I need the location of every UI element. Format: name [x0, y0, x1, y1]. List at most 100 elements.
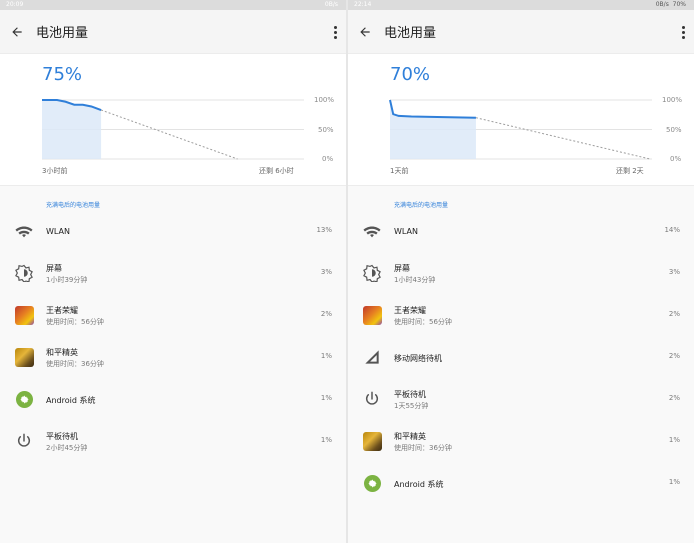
status-info: 0B/s ​ 70% — [655, 1, 686, 8]
power-icon — [14, 431, 34, 451]
usage-item-detail: 2小时45分钟 — [46, 444, 88, 452]
projection-line — [100, 109, 238, 160]
more-options-button[interactable] — [678, 22, 688, 42]
usage-item-detail: 使用时间：56分钟 — [394, 318, 452, 326]
brightness-icon — [362, 263, 382, 283]
usage-item-name: 屏幕 — [46, 264, 62, 273]
arrow-back-icon — [12, 26, 22, 37]
usage-item-percent: 2% — [668, 310, 680, 318]
cell-signal-icon — [362, 347, 382, 367]
usage-item-peacekeeper-elite[interactable]: 和平精英 使用时间：36分钟 1% — [348, 422, 694, 464]
arrow-back-icon — [360, 26, 370, 37]
usage-item-percent: 2% — [668, 394, 680, 402]
battery-usage-screen-left: 20:09 0B/s 电池用量 75% 100% 50% 0% 3小时前 还剩 … — [0, 0, 346, 543]
y-tick-50: 50% — [318, 126, 334, 134]
x-start-label: 1天前 — [390, 167, 409, 175]
peacekeeper-elite-app-icon — [14, 347, 34, 367]
usage-item-detail: 使用时间：56分钟 — [46, 318, 104, 326]
peacekeeper-elite-app-icon — [362, 431, 382, 451]
usage-item-android-system[interactable]: Android 系统 1% — [348, 464, 694, 506]
status-time: 20:09 — [6, 1, 24, 8]
status-battery: 70% — [672, 1, 686, 8]
usage-item-detail: 1小时39分钟 — [46, 276, 88, 284]
usage-item-cell-signal[interactable]: 移动网络待机 2% — [348, 338, 694, 380]
usage-item-android-system[interactable]: Android 系统 1% — [0, 380, 346, 422]
usage-item-detail: 使用时间：36分钟 — [394, 444, 452, 452]
android-system-icon — [362, 473, 382, 493]
usage-item-peacekeeper-elite[interactable]: 和平精英使用时间：36分钟 1% — [0, 338, 346, 380]
battery-line — [389, 99, 476, 119]
honor-of-kings-app-icon — [362, 305, 382, 325]
usage-item-power[interactable]: 平板待机 1天55分钟 2% — [348, 380, 694, 422]
app-bar: 电池用量 — [348, 10, 694, 54]
usage-item-name: 移动网络待机 — [394, 354, 442, 363]
y-tick-0: 0% — [322, 155, 334, 163]
usage-item-honor-of-kings[interactable]: 王者荣耀使用时间：56分钟 2% — [348, 296, 694, 338]
usage-item-percent: 14% — [664, 226, 680, 234]
usage-item-name: 和平精英 — [46, 348, 78, 357]
brightness-icon — [14, 263, 34, 283]
usage-item-percent: 1% — [668, 478, 680, 486]
usage-item-detail: 1天55分钟 — [394, 402, 429, 410]
battery-chart: 75% 100% 50% 0% 3小时前 还剩 6小时 — [0, 54, 346, 186]
usage-item-wifi[interactable]: WLAN 14% — [348, 212, 694, 254]
usage-item-detail: 使用时间：36分钟 — [46, 360, 104, 368]
x-end-label: 还剩 6小时 — [259, 167, 294, 175]
y-tick-100: 100% — [662, 96, 683, 104]
more-vert-icon — [681, 25, 685, 29]
usage-item-name: 平板待机 — [394, 390, 426, 399]
usage-item-name: Android 系统 — [394, 480, 444, 489]
status-bar: 20:09 0B/s — [0, 0, 346, 10]
power-icon — [362, 389, 382, 409]
usage-item-name: WLAN — [394, 227, 419, 236]
x-start-label: 3小时前 — [42, 167, 68, 175]
usage-item-name: 和平精英 — [394, 432, 426, 441]
usage-item-detail: 1小时43分钟 — [394, 276, 436, 284]
usage-item-name: Android 系统 — [46, 396, 96, 405]
usage-list: WLAN 14% 屏幕 1小时43分钟 3% 王者荣耀使用时间：56分钟 2% 移动网络待机 2… — [348, 212, 694, 506]
status-network-speed: 0B/s — [324, 1, 338, 8]
wifi-icon — [14, 221, 34, 241]
more-options-button[interactable] — [330, 22, 340, 42]
back-button[interactable] — [0, 10, 34, 54]
section-label: 充满电后的电池用量 — [394, 202, 449, 209]
usage-item-name: 屏幕 — [394, 264, 410, 273]
y-tick-50: 50% — [666, 126, 682, 134]
usage-item-name: 王者荣耀 — [394, 306, 426, 315]
usage-item-percent: 1% — [320, 352, 332, 360]
usage-item-percent: 2% — [668, 352, 680, 360]
y-tick-100: 100% — [314, 96, 335, 104]
battery-area — [390, 100, 476, 159]
section-label: 充满电后的电池用量 — [46, 202, 101, 209]
usage-item-percent: 13% — [316, 226, 332, 234]
status-bar: 22:14 0B/s ​ 70% — [348, 0, 694, 10]
y-tick-0: 0% — [670, 155, 682, 163]
usage-item-brightness[interactable]: 屏幕 1小时43分钟 3% — [348, 254, 694, 296]
usage-item-percent: 3% — [668, 268, 680, 276]
wifi-icon — [362, 221, 382, 241]
battery-usage-screen-right: 22:14 0B/s ​ 70% 电池用量 70% 100% 50% 0% 1天… — [348, 0, 694, 543]
usage-item-name: 平板待机 — [46, 432, 78, 441]
page-title: 电池用量 — [36, 26, 89, 41]
more-vert-icon — [333, 25, 337, 29]
usage-item-honor-of-kings[interactable]: 王者荣耀 使用时间：56分钟 2% — [0, 296, 346, 338]
status-network-speed: 0B/s — [655, 1, 669, 8]
usage-item-wifi[interactable]: WLAN 13% — [0, 212, 346, 254]
battery-chart: 70% 100% 50% 0% 1天前 还剩 2天 — [348, 54, 694, 186]
usage-item-name: 王者荣耀 — [46, 306, 78, 315]
usage-item-power[interactable]: 平板待机 2小时45分钟 1% — [0, 422, 346, 464]
usage-item-percent: 1% — [320, 394, 332, 402]
usage-item-percent: 1% — [320, 436, 332, 444]
battery-area — [42, 100, 102, 159]
usage-item-percent: 3% — [320, 268, 332, 276]
usage-list: WLAN 13% 屏幕 1小时39分钟 3% 王者荣耀 使用时间：56分钟 2% 和平精英 使用时… — [0, 212, 346, 464]
projection-line — [475, 117, 651, 160]
android-system-icon — [14, 389, 34, 409]
usage-item-name: WLAN — [46, 227, 71, 236]
back-button[interactable] — [348, 10, 382, 54]
honor-of-kings-app-icon — [14, 305, 34, 325]
status-time: 22:14 — [354, 1, 372, 8]
page-title: 电池用量 — [384, 26, 437, 41]
usage-item-brightness[interactable]: 屏幕 1小时39分钟 3% — [0, 254, 346, 296]
app-bar: 电池用量 — [0, 10, 346, 54]
